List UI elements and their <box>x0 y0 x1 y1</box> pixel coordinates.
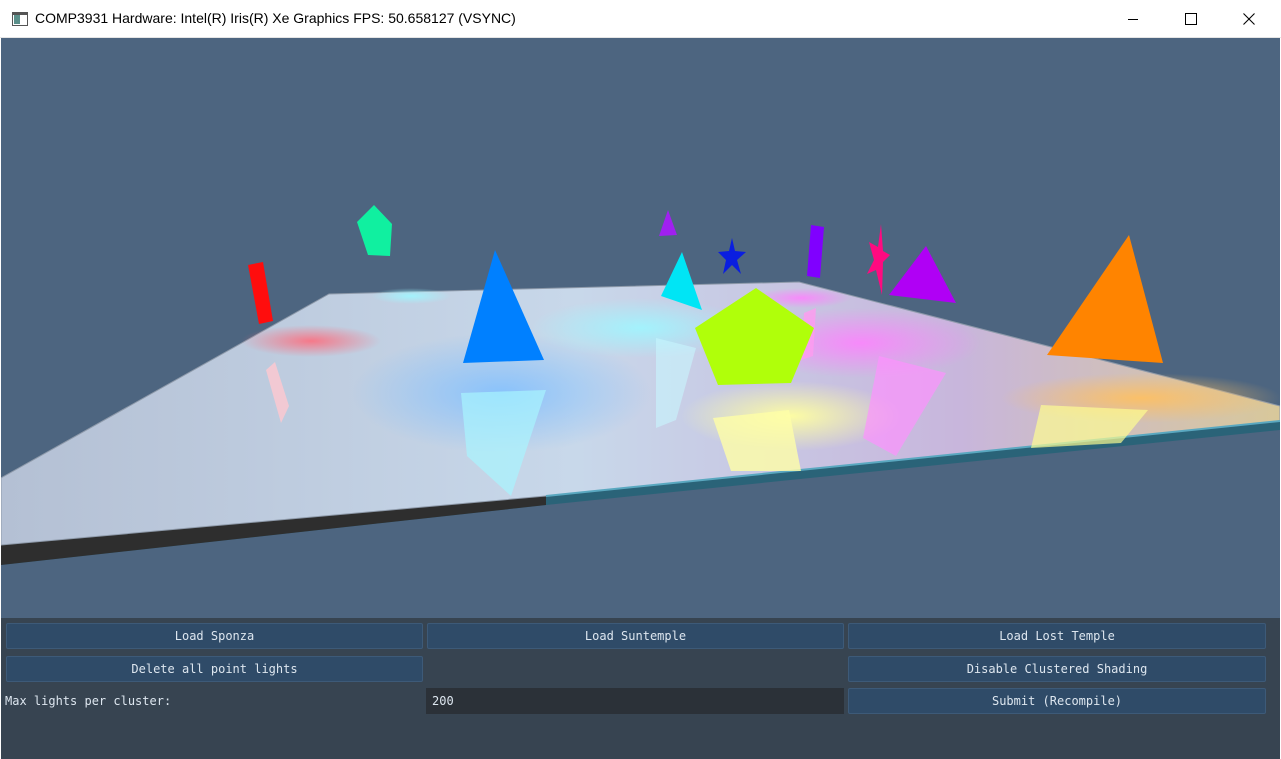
minimize-icon <box>1128 18 1138 20</box>
window-title: COMP3931 Hardware: Intel(R) Iris(R) Xe G… <box>35 10 516 26</box>
load-sponza-button[interactable]: Load Sponza <box>6 623 423 649</box>
red-bar <box>248 262 273 324</box>
close-button[interactable] <box>1220 0 1278 37</box>
window-titlebar: COMP3931 Hardware: Intel(R) Iris(R) Xe G… <box>0 0 1281 38</box>
load-suntemple-button[interactable]: Load Suntemple <box>427 623 844 649</box>
app-icon <box>12 12 28 26</box>
max-lights-label: Max lights per cluster: <box>5 694 172 708</box>
max-lights-input[interactable] <box>426 688 844 714</box>
blue-star <box>718 238 746 274</box>
scene-canvas[interactable] <box>1 38 1280 618</box>
orange-triangle <box>1047 235 1163 363</box>
load-lost-temple-button[interactable]: Load Lost Temple <box>848 623 1266 649</box>
purple-bar <box>807 225 824 278</box>
violet-triangle <box>889 246 956 303</box>
close-icon <box>1243 12 1255 25</box>
teal-pentagon <box>357 205 392 256</box>
control-panel: Load Sponza Load Suntemple Load Lost Tem… <box>1 618 1280 759</box>
magenta-star <box>867 224 890 295</box>
delete-point-lights-button[interactable]: Delete all point lights <box>6 656 423 682</box>
render-viewport[interactable] <box>1 38 1280 618</box>
minimize-button[interactable] <box>1104 0 1162 37</box>
purple-small-triangle <box>659 210 677 236</box>
submit-recompile-button[interactable]: Submit (Recompile) <box>848 688 1266 714</box>
disable-clustered-shading-button[interactable]: Disable Clustered Shading <box>848 656 1266 682</box>
maximize-button[interactable] <box>1162 0 1220 37</box>
maximize-icon <box>1185 12 1197 25</box>
